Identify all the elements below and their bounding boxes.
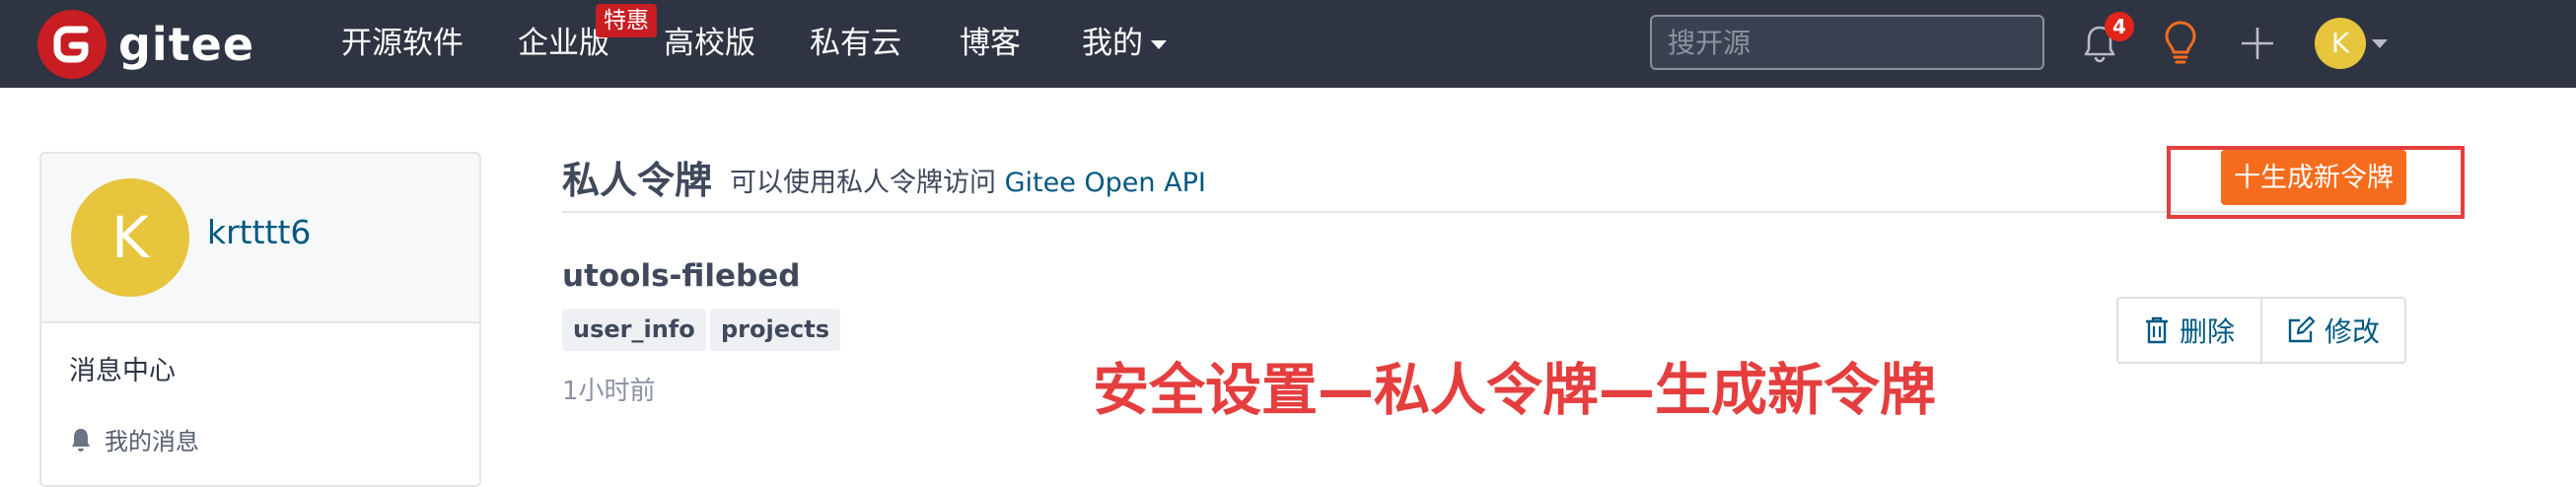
sidebar-item-label: 我的消息: [105, 428, 199, 455]
scope-tag-user-info: user_info: [562, 309, 706, 351]
username-link[interactable]: krtttt6: [207, 213, 311, 251]
nav-item-mine-label: 我的: [1082, 26, 1143, 61]
profile-header: K krtttt6: [41, 154, 479, 323]
plus-icon[interactable]: [2240, 26, 2275, 65]
edit-icon: [2288, 316, 2315, 343]
token-action-group: 删除 修改: [2116, 297, 2406, 364]
scope-tag-projects: projects: [710, 309, 840, 351]
nav-item-open-source[interactable]: 开源软件: [341, 22, 464, 65]
search-input[interactable]: [1650, 15, 2044, 70]
gitee-logo[interactable]: gitee: [37, 10, 254, 79]
bell-icon: [72, 428, 90, 452]
top-navigation-bar: gitee 开源软件 企业版 特惠 高校版 私有云 博客 我的 4 K: [0, 0, 2576, 88]
token-created-time: 1小时前: [562, 377, 656, 406]
chevron-down-icon: [1151, 40, 1167, 49]
nav-item-mine[interactable]: 我的: [1082, 22, 1167, 65]
user-avatar-menu[interactable]: K: [2315, 18, 2366, 69]
chevron-down-icon[interactable]: [2372, 39, 2388, 48]
notification-count-badge: 4: [2105, 12, 2134, 41]
edit-token-button[interactable]: 修改: [2260, 299, 2404, 362]
brand-name: gitee: [118, 18, 255, 71]
nav-item-education[interactable]: 高校版: [664, 22, 755, 65]
annotation-text: 安全设置—私人令牌—生成新令牌: [1093, 358, 1936, 423]
page-description-text: 可以使用私人令牌访问: [730, 168, 996, 198]
open-api-link[interactable]: Gitee Open API: [1005, 168, 1206, 198]
nav-item-blog[interactable]: 博客: [960, 22, 1021, 65]
edit-label: 修改: [2324, 315, 2380, 348]
sidebar-item-my-messages[interactable]: 我的消息: [69, 422, 199, 456]
profile-card: K krtttt6 消息中心 我的消息: [39, 152, 481, 487]
token-name: utools-filebed: [562, 258, 801, 294]
nav-item-private-cloud[interactable]: 私有云: [810, 22, 901, 65]
delete-token-button[interactable]: 删除: [2118, 299, 2260, 362]
page-description: 可以使用私人令牌访问 Gitee Open API: [730, 161, 1206, 199]
trash-icon: [2145, 316, 2168, 344]
page-title: 私人令牌: [562, 159, 713, 202]
delete-label: 删除: [2179, 315, 2235, 348]
gitee-logo-icon: [37, 10, 107, 79]
lightbulb-icon[interactable]: [2163, 20, 2198, 69]
sidebar-section-title: 消息中心: [69, 356, 176, 386]
avatar[interactable]: K: [71, 178, 189, 297]
annotation-highlight-box: [2167, 146, 2465, 219]
promo-badge: 特惠: [596, 4, 657, 37]
